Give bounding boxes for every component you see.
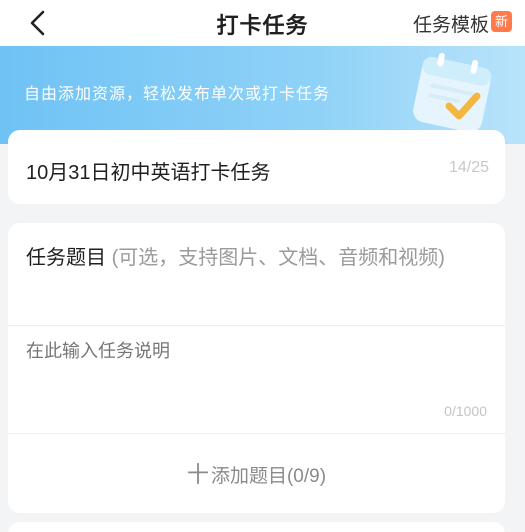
task-content-title: 任务题目 <box>26 247 106 269</box>
task-name-input[interactable]: 10月31日初中英语打卡任务 <box>26 156 271 185</box>
header-bar: 打卡任务 任务模板 新 <box>0 0 525 46</box>
banner-text: 自由添加资源，轻松发布单次或打卡任务 <box>24 86 331 103</box>
task-content-heading: 任务题目 (可选，支持图片、文档、音频和视频) <box>26 243 486 273</box>
task-content-card: 任务题目 (可选，支持图片、文档、音频和视频) 0/1000 十添加题目(0/9… <box>8 223 505 513</box>
next-card <box>8 522 505 532</box>
task-name-count: 14/25 <box>448 159 489 176</box>
new-badge: 新 <box>491 11 512 32</box>
task-description-input[interactable] <box>26 341 466 362</box>
add-question-button[interactable]: 十添加题目(0/9) <box>8 457 505 489</box>
task-template-button[interactable]: 任务模板 <box>413 10 489 37</box>
task-name-card: 10月31日初中英语打卡任务 14/25 <box>8 130 505 204</box>
plus-icon: 十 <box>186 462 209 487</box>
divider <box>8 433 505 434</box>
add-question-label: 添加题目(0/9) <box>210 466 327 487</box>
description-count: 0/1000 <box>444 403 487 419</box>
calendar-check-icon <box>413 52 492 133</box>
task-content-hint: (可选，支持图片、文档、音频和视频) <box>111 247 445 269</box>
divider <box>8 325 505 326</box>
